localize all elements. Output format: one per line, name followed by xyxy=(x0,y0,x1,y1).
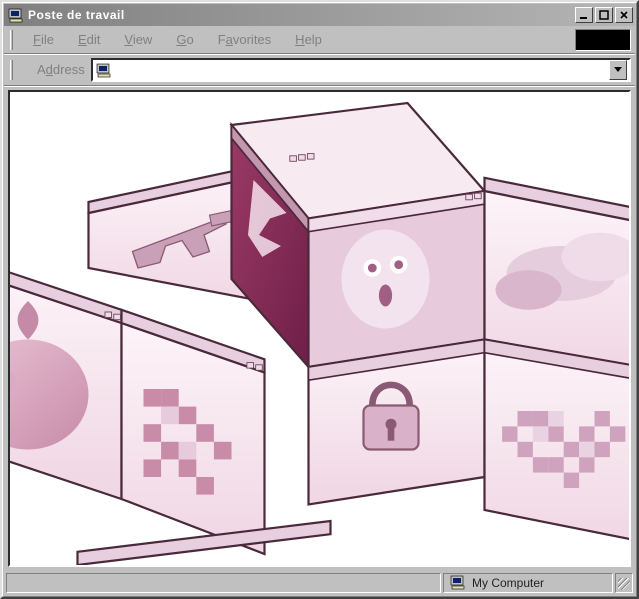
status-pane-left xyxy=(6,573,441,593)
address-dropdown-button[interactable] xyxy=(609,60,627,80)
menu-favorites-label: vorites xyxy=(233,32,271,47)
menu-file[interactable]: File xyxy=(21,28,66,51)
content-area[interactable] xyxy=(8,90,631,567)
toolbar-grip[interactable] xyxy=(10,30,13,50)
address-label: Address xyxy=(37,62,85,77)
window-title: Poste de travail xyxy=(28,8,571,22)
computer-icon xyxy=(450,574,466,593)
computer-icon xyxy=(95,61,113,79)
menu-file-label: ile xyxy=(41,32,54,47)
menu-help-label: elp xyxy=(305,32,322,47)
resize-grip[interactable] xyxy=(615,573,633,593)
menubar: File Edit View Go Favorites Help xyxy=(4,26,635,54)
menu-edit-label: dit xyxy=(87,32,101,47)
throbber-box xyxy=(575,29,631,51)
window-inner: Poste de travail File Edit View Go Favor… xyxy=(2,2,637,597)
addressbar: Address xyxy=(4,54,635,86)
chevron-down-icon xyxy=(614,67,622,73)
menu-go-label: o xyxy=(186,32,193,47)
menu-view-label: iew xyxy=(133,32,153,47)
explorer-window: Poste de travail File Edit View Go Favor… xyxy=(0,0,639,599)
addressbar-grip[interactable] xyxy=(10,60,13,80)
menu-view[interactable]: View xyxy=(112,28,164,51)
menu-edit[interactable]: Edit xyxy=(66,28,112,51)
menu-help[interactable]: Help xyxy=(283,28,334,51)
menu-favorites[interactable]: Favorites xyxy=(206,28,283,51)
minimize-button[interactable] xyxy=(575,7,593,23)
status-pane-location: My Computer xyxy=(443,573,613,593)
maximize-button[interactable] xyxy=(595,7,613,23)
close-button[interactable] xyxy=(615,7,633,23)
status-location-label: My Computer xyxy=(472,576,544,590)
computer-icon xyxy=(8,7,24,23)
menu-go[interactable]: Go xyxy=(164,28,205,51)
titlebar[interactable]: Poste de travail xyxy=(4,4,635,26)
window-controls xyxy=(575,7,633,23)
artwork-3d-windows xyxy=(10,92,629,565)
statusbar: My Computer xyxy=(4,571,635,595)
address-field[interactable] xyxy=(91,58,631,82)
